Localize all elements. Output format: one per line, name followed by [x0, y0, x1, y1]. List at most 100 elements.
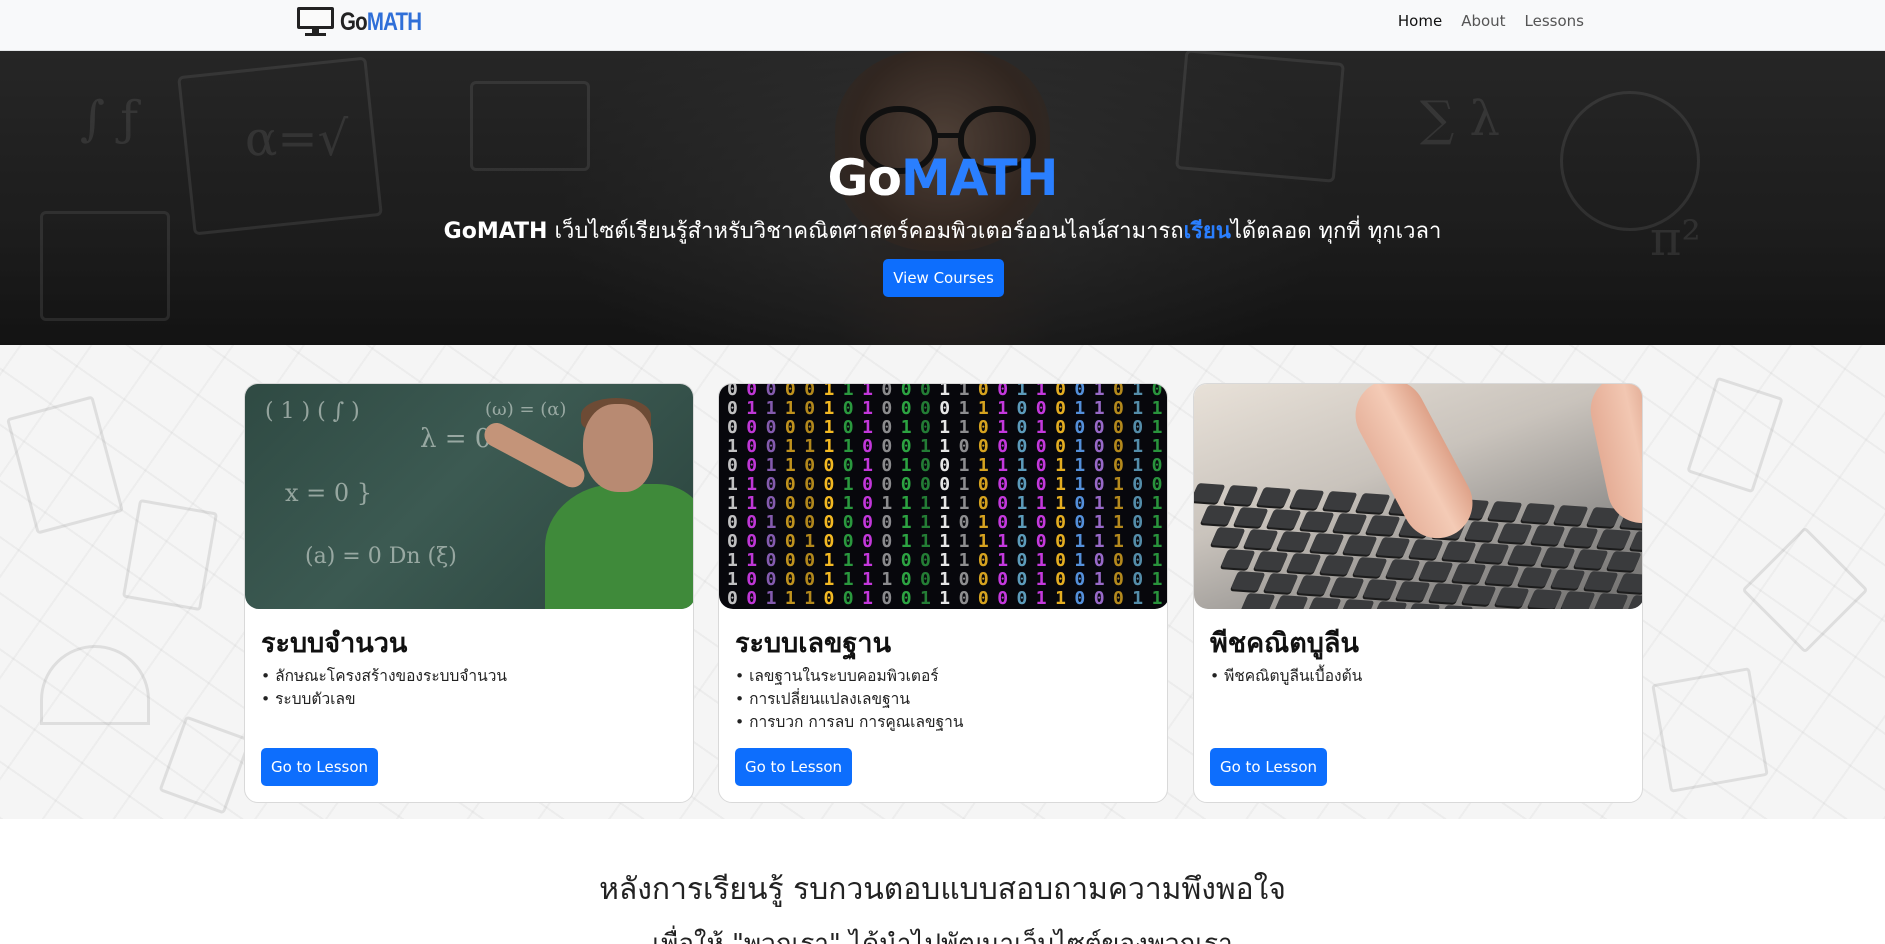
binary-column: 0101100000011 [784, 384, 796, 609]
keyboard-key [1487, 501, 1523, 521]
keyboard-key [1484, 565, 1520, 585]
card-topic-item: • พีชคณิตบูลีนเบื้องต้น [1210, 667, 1363, 685]
hero-subtitle-brand: GoMATH [443, 219, 548, 244]
binary-column: 0000111000011 [1055, 384, 1066, 609]
card-image-binary-code: 0001011001100 0100011001001 0100100100010 0… [719, 384, 1167, 609]
binary-column: 0001001110011 [920, 384, 931, 609]
survey-title: หลังการเรียนรู้ รบกวนตอบแบบสอบถามความพึง… [599, 872, 1286, 907]
keyboard-key [1200, 505, 1236, 525]
binary-column: 1100001110100 [1093, 384, 1105, 609]
keyboard-key [1629, 531, 1642, 551]
binary-column: 0100100100010 [765, 384, 777, 609]
lesson-card-boolean-algebra: พีชคณิตบูลีน • พีชคณิตบูลีนเบื้องต้น Go … [1193, 383, 1643, 803]
keyboard-key [1240, 593, 1276, 609]
keyboard-key [1233, 507, 1269, 527]
keyboard-key [1273, 595, 1309, 609]
keyboard-key [1428, 583, 1464, 603]
binary-column: 0100100110001 [977, 384, 989, 609]
keyboard-key [1517, 567, 1553, 587]
bg-doodle-calculator [1651, 667, 1769, 793]
lesson-card-number-system: ( 1 ) ( ∫ ) x = 0 } λ = 0 (a) = 0 Dn (ξ)… [244, 383, 694, 803]
keyboard-key [1405, 603, 1441, 609]
bg-doodle-notepad [6, 395, 124, 535]
keyboard-key [1332, 513, 1368, 533]
navbar: GoMATH Home About Lessons [0, 0, 1885, 51]
binary-column: 1110111011000 [958, 384, 970, 609]
survey-subtitle: เพื่อให้ "พวกเรา" ได้นำไปพัฒนาเว็บไซต์ขอ… [652, 929, 1233, 944]
keyboard-key [1355, 493, 1391, 513]
card-title: ระบบเลขฐาน [735, 628, 892, 659]
keyboard-key [1596, 529, 1632, 549]
keyboard-key [1289, 489, 1325, 509]
card-image-finger [1343, 384, 1485, 551]
keyboard-key [1626, 595, 1642, 609]
brand-logo[interactable]: GoMATH [297, 6, 439, 38]
nav-links: Home About Lessons [1398, 12, 1584, 30]
keyboard-key [1530, 525, 1566, 545]
hero-title-math: MATH [900, 149, 1059, 207]
card-topic-item: • ระบบตัวเลข [261, 690, 356, 708]
hero-title: GoMATH [0, 149, 1885, 207]
keyboard-key [1464, 521, 1500, 541]
binary-column: 0001011001100 [727, 384, 738, 609]
binary-column: 1011001111111 [939, 384, 951, 609]
monitor-icon [297, 7, 334, 37]
keyboard-key [1365, 515, 1401, 535]
go-to-lesson-button[interactable]: Go to Lesson [735, 748, 852, 786]
keyboard-key [1253, 551, 1289, 571]
go-to-lesson-button[interactable]: Go to Lesson [1210, 748, 1327, 786]
keyboard-key [1306, 597, 1342, 609]
hero-title-go: Go [827, 149, 902, 207]
card-topic-item: • ลักษณะโครงสร้างของระบบจำนวน [261, 667, 508, 685]
keyboard-key [1593, 593, 1629, 609]
bg-doodle-notepad [121, 498, 219, 612]
keyboard-key [1243, 529, 1279, 549]
bg-doodle-protractor [40, 645, 150, 725]
binary-column: 0100011001001 [746, 384, 758, 609]
keyboard-key [1385, 559, 1421, 579]
keyboard-key [1296, 575, 1332, 595]
keyboard-key [1474, 543, 1510, 563]
binary-column: 0111001111110 [1151, 384, 1163, 609]
view-courses-button[interactable]: View Courses [883, 259, 1004, 297]
hero-subtitle: GoMATH เว็บไซต์เรียนรู้สำหรับวิชาคณิตศาส… [0, 213, 1885, 248]
card-topic-item: • เลขฐานในระบบคอมพิวเตอร์ [735, 667, 939, 685]
hero-subtitle-text-end: ได้ตลอด ทุกที่ ทุกเวลา [1230, 219, 1442, 244]
keyboard-key [1494, 587, 1530, 607]
keyboard-key [1286, 553, 1322, 573]
hero-banner: α=√ ∑ λ π² ∫ ƒ GoMATH GoMATH เว็บไซต์เรี… [0, 51, 1885, 345]
keyboard-key [1395, 581, 1431, 601]
lesson-card-base-number: 0001011001100 0100011001001 0100100100010 0… [718, 383, 1168, 803]
keyboard-key [1319, 555, 1355, 575]
nav-link-home[interactable]: Home [1398, 12, 1442, 30]
keyboard-key [1210, 527, 1246, 547]
keyboard-key [1441, 541, 1477, 561]
keyboard-key [1563, 527, 1599, 547]
binary-column: 1010001001110 [1035, 384, 1047, 609]
keyboard-key [1540, 547, 1576, 567]
keyboard-key [1362, 579, 1398, 599]
keyboard-key [1299, 511, 1335, 531]
keyboard-key [1553, 505, 1589, 525]
binary-column: 0101110011001 [1074, 384, 1086, 609]
card-image-keyboard [1194, 384, 1642, 609]
go-to-lesson-button[interactable]: Go to Lesson [261, 748, 378, 786]
binary-column: 1111000001101 [823, 384, 835, 609]
binary-column: 0001000010011 [804, 384, 816, 609]
binary-column: 0010101110001 [900, 384, 912, 609]
keyboard-key [1220, 549, 1256, 569]
brand-go: Go [340, 7, 368, 36]
card-topic-list: • ลักษณะโครงสร้างของระบบจำนวน • ระบบตัวเ… [261, 665, 507, 711]
keyboard-key [1352, 557, 1388, 577]
keyboard-key [1329, 577, 1365, 597]
keyboard-key [1266, 509, 1302, 529]
keyboard-key [1451, 563, 1487, 583]
keyboard-key [1520, 503, 1556, 523]
bg-doodle-ruler [1741, 526, 1869, 654]
bg-doodle-calculator [158, 715, 252, 815]
keyboard-key [1550, 569, 1586, 589]
bg-doodle-calculator [1686, 376, 1784, 494]
nav-link-about[interactable]: About [1461, 12, 1505, 30]
nav-link-lessons[interactable]: Lessons [1525, 12, 1584, 30]
keyboard-key [1322, 491, 1358, 511]
